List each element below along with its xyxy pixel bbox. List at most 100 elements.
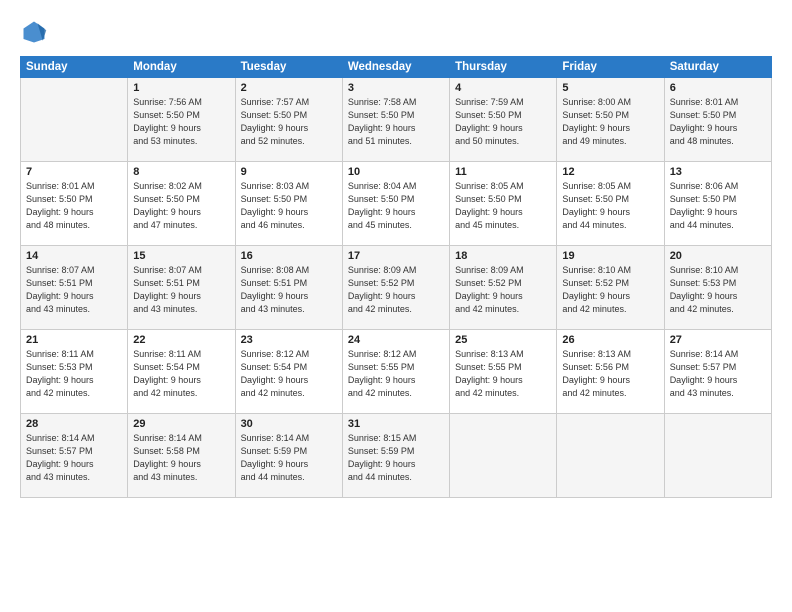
day-number: 31	[348, 418, 444, 430]
day-number: 23	[241, 334, 337, 346]
day-info: Sunrise: 8:11 AM Sunset: 5:54 PM Dayligh…	[133, 348, 229, 400]
day-info: Sunrise: 8:13 AM Sunset: 5:55 PM Dayligh…	[455, 348, 551, 400]
day-info: Sunrise: 8:15 AM Sunset: 5:59 PM Dayligh…	[348, 432, 444, 484]
calendar-cell: 15 Sunrise: 8:07 AM Sunset: 5:51 PM Dayli…	[128, 246, 235, 330]
day-number: 13	[670, 166, 766, 178]
weekday-saturday: Saturday	[664, 57, 771, 78]
calendar-cell	[664, 414, 771, 498]
calendar-cell: 11 Sunrise: 8:05 AM Sunset: 5:50 PM Dayli…	[450, 162, 557, 246]
day-info: Sunrise: 8:05 AM Sunset: 5:50 PM Dayligh…	[455, 180, 551, 232]
calendar-cell: 26Sunrise: 8:13 AM Sunset: 5:56 PM Dayli…	[557, 330, 664, 414]
calendar-cell: 21 Sunrise: 8:11 AM Sunset: 5:53 PM Dayli…	[21, 330, 128, 414]
day-number: 18	[455, 250, 551, 262]
calendar-cell	[450, 414, 557, 498]
day-info: Sunrise: 7:59 AM Sunset: 5:50 PM Dayligh…	[455, 96, 551, 148]
day-info: Sunrise: 8:01 AM Sunset: 5:50 PM Dayligh…	[26, 180, 122, 232]
day-info: Sunrise: 8:13 AM Sunset: 5:56 PM Dayligh…	[562, 348, 658, 400]
day-number: 1	[133, 82, 229, 94]
day-info: Sunrise: 8:03 AM Sunset: 5:50 PM Dayligh…	[241, 180, 337, 232]
day-number: 6	[670, 82, 766, 94]
calendar-table: SundayMondayTuesdayWednesdayThursdayFrid…	[20, 56, 772, 498]
calendar-cell: 8Sunrise: 8:02 AM Sunset: 5:50 PM Daylig…	[128, 162, 235, 246]
day-info: Sunrise: 8:10 AM Sunset: 5:52 PM Dayligh…	[562, 264, 658, 316]
calendar-cell: 18 Sunrise: 8:09 AM Sunset: 5:52 PM Dayli…	[450, 246, 557, 330]
day-number: 5	[562, 82, 658, 94]
day-number: 11	[455, 166, 551, 178]
week-row-5: 28 Sunrise: 8:14 AM Sunset: 5:57 PM Dayli…	[21, 414, 772, 498]
day-info: Sunrise: 8:06 AM Sunset: 5:50 PM Dayligh…	[670, 180, 766, 232]
calendar-cell: 16Sunrise: 8:08 AM Sunset: 5:51 PM Dayli…	[235, 246, 342, 330]
calendar-cell: 2 Sunrise: 7:57 AM Sunset: 5:50 PM Daylig…	[235, 78, 342, 162]
calendar-cell: 1 Sunrise: 7:56 AM Sunset: 5:50 PM Daylig…	[128, 78, 235, 162]
day-info: Sunrise: 8:04 AM Sunset: 5:50 PM Dayligh…	[348, 180, 444, 232]
weekday-tuesday: Tuesday	[235, 57, 342, 78]
calendar-cell: 7 Sunrise: 8:01 AM Sunset: 5:50 PM Daylig…	[21, 162, 128, 246]
calendar-cell	[21, 78, 128, 162]
day-info: Sunrise: 7:56 AM Sunset: 5:50 PM Dayligh…	[133, 96, 229, 148]
calendar-cell: 5 Sunrise: 8:00 AM Sunset: 5:50 PM Daylig…	[557, 78, 664, 162]
calendar-cell: 3Sunrise: 7:58 AM Sunset: 5:50 PM Daylig…	[342, 78, 449, 162]
day-info: Sunrise: 8:07 AM Sunset: 5:51 PM Dayligh…	[133, 264, 229, 316]
page: SundayMondayTuesdayWednesdayThursdayFrid…	[0, 0, 792, 612]
calendar-cell: 23Sunrise: 8:12 AM Sunset: 5:54 PM Dayli…	[235, 330, 342, 414]
week-row-3: 14 Sunrise: 8:07 AM Sunset: 5:51 PM Dayli…	[21, 246, 772, 330]
calendar-cell: 9 Sunrise: 8:03 AM Sunset: 5:50 PM Daylig…	[235, 162, 342, 246]
day-info: Sunrise: 8:09 AM Sunset: 5:52 PM Dayligh…	[348, 264, 444, 316]
calendar-cell: 25 Sunrise: 8:13 AM Sunset: 5:55 PM Dayli…	[450, 330, 557, 414]
day-info: Sunrise: 8:01 AM Sunset: 5:50 PM Dayligh…	[670, 96, 766, 148]
day-info: Sunrise: 8:07 AM Sunset: 5:51 PM Dayligh…	[26, 264, 122, 316]
day-info: Sunrise: 8:14 AM Sunset: 5:57 PM Dayligh…	[670, 348, 766, 400]
calendar-cell: 30 Sunrise: 8:14 AM Sunset: 5:59 PM Dayli…	[235, 414, 342, 498]
day-number: 7	[26, 166, 122, 178]
day-info: Sunrise: 8:05 AM Sunset: 5:50 PM Dayligh…	[562, 180, 658, 232]
weekday-monday: Monday	[128, 57, 235, 78]
calendar-cell: 12 Sunrise: 8:05 AM Sunset: 5:50 PM Dayli…	[557, 162, 664, 246]
day-number: 9	[241, 166, 337, 178]
calendar-cell: 6 Sunrise: 8:01 AM Sunset: 5:50 PM Daylig…	[664, 78, 771, 162]
day-info: Sunrise: 8:11 AM Sunset: 5:53 PM Dayligh…	[26, 348, 122, 400]
day-number: 21	[26, 334, 122, 346]
day-number: 22	[133, 334, 229, 346]
day-number: 30	[241, 418, 337, 430]
day-info: Sunrise: 8:00 AM Sunset: 5:50 PM Dayligh…	[562, 96, 658, 148]
calendar-cell: 24Sunrise: 8:12 AM Sunset: 5:55 PM Dayli…	[342, 330, 449, 414]
day-number: 20	[670, 250, 766, 262]
calendar-cell: 28 Sunrise: 8:14 AM Sunset: 5:57 PM Dayli…	[21, 414, 128, 498]
calendar-cell: 10 Sunrise: 8:04 AM Sunset: 5:50 PM Dayli…	[342, 162, 449, 246]
day-number: 4	[455, 82, 551, 94]
logo-icon	[20, 18, 48, 46]
weekday-thursday: Thursday	[450, 57, 557, 78]
day-info: Sunrise: 7:57 AM Sunset: 5:50 PM Dayligh…	[241, 96, 337, 148]
day-info: Sunrise: 8:08 AM Sunset: 5:51 PM Dayligh…	[241, 264, 337, 316]
day-info: Sunrise: 8:12 AM Sunset: 5:55 PM Dayligh…	[348, 348, 444, 400]
calendar-cell: 29 Sunrise: 8:14 AM Sunset: 5:58 PM Dayli…	[128, 414, 235, 498]
day-number: 29	[133, 418, 229, 430]
weekday-wednesday: Wednesday	[342, 57, 449, 78]
weekday-sunday: Sunday	[21, 57, 128, 78]
day-number: 12	[562, 166, 658, 178]
day-info: Sunrise: 8:14 AM Sunset: 5:57 PM Dayligh…	[26, 432, 122, 484]
day-number: 15	[133, 250, 229, 262]
week-row-4: 21 Sunrise: 8:11 AM Sunset: 5:53 PM Dayli…	[21, 330, 772, 414]
week-row-1: 1 Sunrise: 7:56 AM Sunset: 5:50 PM Daylig…	[21, 78, 772, 162]
week-row-2: 7 Sunrise: 8:01 AM Sunset: 5:50 PM Daylig…	[21, 162, 772, 246]
day-number: 28	[26, 418, 122, 430]
day-number: 2	[241, 82, 337, 94]
calendar-cell: 14 Sunrise: 8:07 AM Sunset: 5:51 PM Dayli…	[21, 246, 128, 330]
day-info: Sunrise: 7:58 AM Sunset: 5:50 PM Dayligh…	[348, 96, 444, 148]
day-number: 10	[348, 166, 444, 178]
day-info: Sunrise: 8:14 AM Sunset: 5:58 PM Dayligh…	[133, 432, 229, 484]
day-info: Sunrise: 8:14 AM Sunset: 5:59 PM Dayligh…	[241, 432, 337, 484]
weekday-friday: Friday	[557, 57, 664, 78]
day-number: 25	[455, 334, 551, 346]
calendar-cell: 31 Sunrise: 8:15 AM Sunset: 5:59 PM Dayli…	[342, 414, 449, 498]
day-number: 14	[26, 250, 122, 262]
day-number: 17	[348, 250, 444, 262]
header	[20, 18, 772, 46]
calendar-cell: 20Sunrise: 8:10 AM Sunset: 5:53 PM Dayli…	[664, 246, 771, 330]
calendar-cell: 22 Sunrise: 8:11 AM Sunset: 5:54 PM Dayli…	[128, 330, 235, 414]
day-info: Sunrise: 8:09 AM Sunset: 5:52 PM Dayligh…	[455, 264, 551, 316]
day-number: 27	[670, 334, 766, 346]
day-info: Sunrise: 8:02 AM Sunset: 5:50 PM Dayligh…	[133, 180, 229, 232]
day-number: 19	[562, 250, 658, 262]
